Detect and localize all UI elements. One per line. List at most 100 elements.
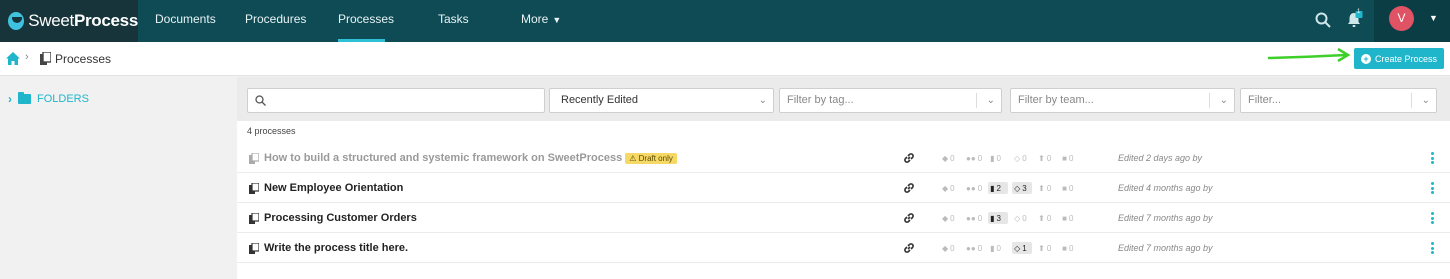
users-icon: ●● — [966, 213, 976, 223]
nav-tasks[interactable]: Tasks — [438, 0, 469, 42]
tags-stat: ◆ 0 — [942, 183, 955, 193]
filter-bar: Recently Edited ⌄ Filter by tag... ⌄ Fil… — [237, 77, 1450, 121]
teams-stat: ●● 0 — [966, 153, 983, 163]
upload-icon: ⬆ — [1038, 213, 1045, 223]
nav-processes[interactable]: Processes — [338, 0, 394, 42]
chevron-right-icon: › — [25, 51, 29, 63]
row-menu-icon[interactable] — [1431, 182, 1435, 194]
nav-more[interactable]: More ▼ — [521, 0, 561, 42]
process-icon — [249, 213, 259, 224]
team-filter-placeholder: Filter by team... — [1018, 94, 1094, 106]
logo-icon — [8, 12, 25, 30]
process-title[interactable]: New Employee Orientation — [264, 182, 403, 194]
home-icon[interactable] — [6, 52, 20, 65]
chevron-down-icon: ⌄ — [1421, 95, 1430, 106]
link-icon[interactable] — [903, 182, 915, 194]
videos-stat: ■ 0 — [1062, 153, 1074, 163]
process-icon — [40, 52, 51, 65]
document-icon: ▮ — [990, 243, 995, 253]
video-icon: ■ — [1062, 153, 1067, 163]
folders-label: FOLDERS — [37, 93, 89, 105]
procedure-icon: ◇ — [1014, 213, 1021, 223]
link-icon[interactable] — [903, 242, 915, 254]
documents-stat: ▮ 0 — [990, 243, 1001, 253]
upload-icon: ⬆ — [1038, 183, 1045, 193]
documents-stat: ▮ 2 — [988, 182, 1009, 194]
procedures-stat: ◇ 3 — [1012, 182, 1033, 194]
document-icon: ▮ — [990, 153, 995, 163]
tag-icon: ◆ — [942, 183, 949, 193]
process-count: 4 processes — [247, 126, 296, 136]
document-icon: ▮ — [990, 183, 995, 193]
videos-stat: ■ 0 — [1062, 213, 1074, 223]
other-filter-placeholder: Filter... — [1248, 94, 1282, 106]
green-arrow-annotation — [1267, 47, 1351, 63]
chevron-down-icon: ⌄ — [1219, 95, 1228, 106]
process-title-text: How to build a structured and systemic f… — [264, 152, 623, 164]
chevron-down-icon: ⌄ — [758, 95, 767, 106]
approvals-stat: ⬆ 0 — [1038, 153, 1052, 163]
folders-toggle[interactable]: › FOLDERS — [8, 92, 89, 106]
tags-stat: ◆ 0 — [942, 153, 955, 163]
row-stats: ◆ 0 ●● 0 ▮ 0 ◇ 1 ⬆ 0 ■ 0 — [940, 242, 1080, 254]
video-icon: ■ — [1062, 213, 1067, 223]
nav-documents[interactable]: Documents — [155, 0, 216, 42]
table-row[interactable]: How to build a structured and systemic f… — [237, 143, 1450, 173]
row-menu-icon[interactable] — [1431, 152, 1435, 164]
sort-value: Recently Edited — [561, 94, 639, 106]
upload-icon: ⬆ — [1038, 153, 1045, 163]
nav-procedures[interactable]: Procedures — [245, 0, 306, 42]
edited-time: Edited 2 days ago by — [1118, 153, 1203, 163]
tag-icon: ◆ — [942, 213, 949, 223]
link-icon[interactable] — [903, 212, 915, 224]
search-icon[interactable] — [1314, 11, 1332, 29]
plus-icon: + — [1360, 53, 1371, 64]
row-menu-icon[interactable] — [1431, 212, 1435, 224]
process-title[interactable]: Processing Customer Orders — [264, 212, 417, 224]
process-list-panel: Recently Edited ⌄ Filter by tag... ⌄ Fil… — [237, 77, 1450, 279]
row-stats: ◆ 0 ●● 0 ▮ 2 ◇ 3 ⬆ 0 ■ 0 — [940, 182, 1080, 194]
teams-stat: ●● 0 — [966, 243, 983, 253]
top-navigation-bar: SweetProcess Documents Procedures Proces… — [0, 0, 1450, 42]
videos-stat: ■ 0 — [1062, 243, 1074, 253]
avatar[interactable]: V — [1389, 6, 1414, 31]
warning-icon: ⚠ — [629, 154, 637, 163]
documents-stat: ▮ 0 — [990, 153, 1001, 163]
tag-filter[interactable]: Filter by tag... ⌄ — [779, 88, 1002, 113]
chevron-down-icon[interactable]: ▼ — [1429, 13, 1438, 23]
table-row[interactable]: Write the process title here. ◆ 0 ●● 0 ▮ 0 … — [237, 233, 1450, 263]
tags-stat: ◆ 0 — [942, 243, 955, 253]
table-row[interactable]: New Employee Orientation ◆ 0 ●● 0 ▮ 2 ◇ 3 ⬆ 0… — [237, 173, 1450, 203]
create-process-button[interactable]: + Create Process — [1354, 48, 1444, 69]
sort-select[interactable]: Recently Edited ⌄ — [549, 88, 774, 113]
procedure-icon: ◇ — [1014, 183, 1021, 193]
approvals-stat: ⬆ 0 — [1038, 213, 1052, 223]
procedures-stat: ◇ 1 — [1012, 242, 1033, 254]
create-process-label: Create Process — [1374, 53, 1438, 64]
tag-filter-placeholder: Filter by tag... — [787, 94, 854, 106]
row-stats: ◆ 0 ●● 0 ▮ 0 ◇ 0 ⬆ 0 ■ 0 — [940, 152, 1080, 164]
process-title[interactable]: Write the process title here. — [264, 242, 408, 254]
search-input[interactable] — [247, 88, 545, 113]
breadcrumb-current: Processes — [55, 52, 112, 66]
process-icon — [249, 243, 259, 254]
table-row[interactable]: Processing Customer Orders ◆ 0 ●● 0 ▮ 3 ◇ 0 … — [237, 203, 1450, 233]
approvals-stat: ⬆ 0 — [1038, 183, 1052, 193]
procedure-icon: ◇ — [1014, 243, 1021, 253]
other-filter[interactable]: Filter... ⌄ — [1240, 88, 1437, 113]
row-menu-icon[interactable] — [1431, 242, 1435, 254]
sidebar: › FOLDERS — [0, 77, 237, 279]
draft-label: Draft only — [638, 154, 673, 163]
upload-icon: ⬆ — [1038, 243, 1045, 253]
procedures-stat: ◇ 0 — [1014, 213, 1027, 223]
users-icon: ●● — [966, 243, 976, 253]
document-icon: ▮ — [990, 213, 995, 223]
notification-count: 1 — [1357, 9, 1361, 15]
process-title[interactable]: How to build a structured and systemic f… — [264, 152, 677, 164]
team-filter[interactable]: Filter by team... ⌄ — [1010, 88, 1235, 113]
users-icon: ●● — [966, 183, 976, 193]
video-icon: ■ — [1062, 243, 1067, 253]
link-icon[interactable] — [903, 152, 915, 164]
video-icon: ■ — [1062, 183, 1067, 193]
sweetprocess-logo[interactable]: SweetProcess — [0, 0, 138, 42]
